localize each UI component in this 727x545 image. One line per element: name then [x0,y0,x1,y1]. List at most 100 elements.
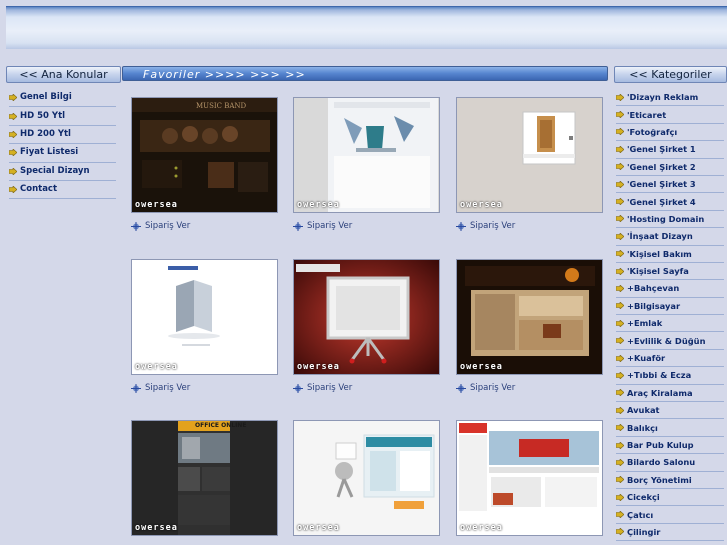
category-item[interactable]: 'İnşaat Dizayn [616,228,724,246]
main-topic-item[interactable]: Contact [9,181,116,200]
order-label: Sipariş Ver [145,383,191,393]
category-label: 'Genel Şirket 3 [627,179,696,190]
category-item[interactable]: Balıkçı [616,419,724,437]
template-preview-image [132,98,277,212]
main-topic-item[interactable]: HD 50 Ytl [9,107,116,126]
main-topic-item[interactable]: Special Dizayn [9,163,116,181]
category-label: Bilardo Salonu [627,457,696,468]
category-label: +Tıbbi & Ecza [627,370,692,381]
category-item[interactable]: Bilardo Salonu [616,454,724,472]
order-icon [293,383,303,393]
template-thumbnail-whiteboard[interactable]: owersea [293,259,440,375]
template-thumbnail-robot[interactable]: owersea [293,420,440,536]
arrow-bullet-icon [616,302,624,310]
watermark: owersea [135,362,178,372]
watermark: owersea [460,523,503,533]
template-thumbnail-door[interactable]: owersea [456,97,603,213]
category-item[interactable]: Cicekçi [616,489,724,507]
category-label: Avukat [627,405,660,416]
template-thumbnail-office-online[interactable]: OFFICE ONLINE owersea [131,420,278,536]
order-link[interactable]: Sipariş Ver [131,383,190,393]
category-label: Cicekçi [627,492,660,503]
template-thumbnail-transport[interactable]: owersea [456,420,603,536]
order-label: Sipariş Ver [470,221,516,231]
order-icon [293,221,303,231]
category-label: +Emlak [627,318,663,329]
template-preview-image [294,98,439,212]
category-label: +Bahçevan [627,283,680,294]
category-item[interactable]: 'Genel Şirket 3 [616,176,724,194]
category-item[interactable]: 'Genel Şirket 2 [616,159,724,176]
arrow-bullet-icon [616,511,624,519]
category-item[interactable]: Avukat [616,402,724,420]
arrow-bullet-icon [616,180,624,188]
template-preview-image [457,98,602,212]
order-link[interactable]: Sipariş Ver [293,383,352,393]
template-thumbnail-building[interactable]: owersea [293,97,440,213]
category-item[interactable]: Çatıcı [616,506,724,524]
template-thumbnail-business-company[interactable]: owersea [131,259,278,375]
arrow-bullet-icon [616,267,624,275]
template-preview-image [294,421,439,535]
category-item[interactable]: 'Genel Şirket 4 [616,193,724,211]
category-item[interactable]: +Bahçevan [616,280,724,298]
order-link[interactable]: Sipariş Ver [456,383,515,393]
category-item[interactable]: 'Kişisel Bakım [616,246,724,263]
category-item[interactable]: 'Hosting Domain [616,211,724,229]
arrow-bullet-icon [616,128,624,136]
order-icon [131,221,141,231]
category-item[interactable]: 'Dizayn Reklam [616,89,724,107]
arrow-bullet-icon [9,112,17,120]
arrow-bullet-icon [616,493,624,501]
category-label: Çatıcı [627,509,654,520]
category-label: Borç Yönetimi [627,474,692,485]
arrow-bullet-icon [616,528,624,536]
categories-header: << Kategoriler [614,66,727,83]
category-item[interactable]: +Kuaför [616,350,724,368]
template-preview-image [294,260,439,374]
category-label: 'Genel Şirket 2 [627,161,696,172]
template-preview-image [132,260,277,374]
main-topic-item[interactable]: HD 200 Ytl [9,126,116,145]
watermark: owersea [297,523,340,533]
main-topic-item[interactable]: Fiyat Listesi [9,144,116,163]
main-topic-label: Special Dizayn [20,165,90,176]
order-label: Sipariş Ver [307,221,353,231]
category-label: +Bilgisayar [627,300,681,311]
categories-nav: 'Dizayn Reklam 'Eticaret 'Fotoğrafçı 'Genel… [616,89,724,542]
favorites-header: Favoriler >>>> >>> >> [122,66,608,81]
main-topic-label: HD 50 Ytl [20,110,66,121]
arrow-bullet-icon [616,93,624,101]
order-icon [456,221,466,231]
arrow-bullet-icon [616,163,624,171]
category-item[interactable]: Bar Pub Kulup [616,437,724,455]
template-thumbnail-music-band[interactable]: MUSIC BAND owersea [131,97,278,213]
category-label: Araç Kiralama [627,387,693,398]
category-item[interactable]: 'Genel Şirket 1 [616,141,724,159]
order-icon [131,383,141,393]
arrow-bullet-icon [616,458,624,466]
category-label: 'Eticaret [627,109,667,120]
category-label: Bar Pub Kulup [627,440,694,450]
category-item[interactable]: Borç Yönetimi [616,472,724,489]
main-topic-label: Fiyat Listesi [20,147,79,158]
category-item[interactable]: 'Fotoğrafçı [616,124,724,142]
main-topic-item[interactable]: Genel Bilgi [9,89,116,108]
arrow-bullet-icon [616,406,624,414]
category-item[interactable]: 'Kişisel Sayfa [616,263,724,281]
arrow-bullet-icon [616,319,624,327]
watermark: owersea [460,200,503,210]
order-link[interactable]: Sipariş Ver [293,221,352,231]
main-topics-header: << Ana Konular [6,66,121,83]
category-item[interactable]: +Bilgisayar [616,298,724,316]
category-item[interactable]: Araç Kiralama [616,385,724,403]
order-link[interactable]: Sipariş Ver [456,221,515,231]
arrow-bullet-icon [616,215,624,223]
order-link[interactable]: Sipariş Ver [131,221,190,231]
category-item[interactable]: +Emlak [616,315,724,333]
category-item[interactable]: +Tıbbi & Ecza [616,367,724,385]
category-item[interactable]: 'Eticaret [616,106,724,124]
category-item[interactable]: Çilingir [616,524,724,542]
template-thumbnail-halloween[interactable]: owersea [456,259,603,375]
category-item[interactable]: +Evlilik & Düğün [616,332,724,350]
